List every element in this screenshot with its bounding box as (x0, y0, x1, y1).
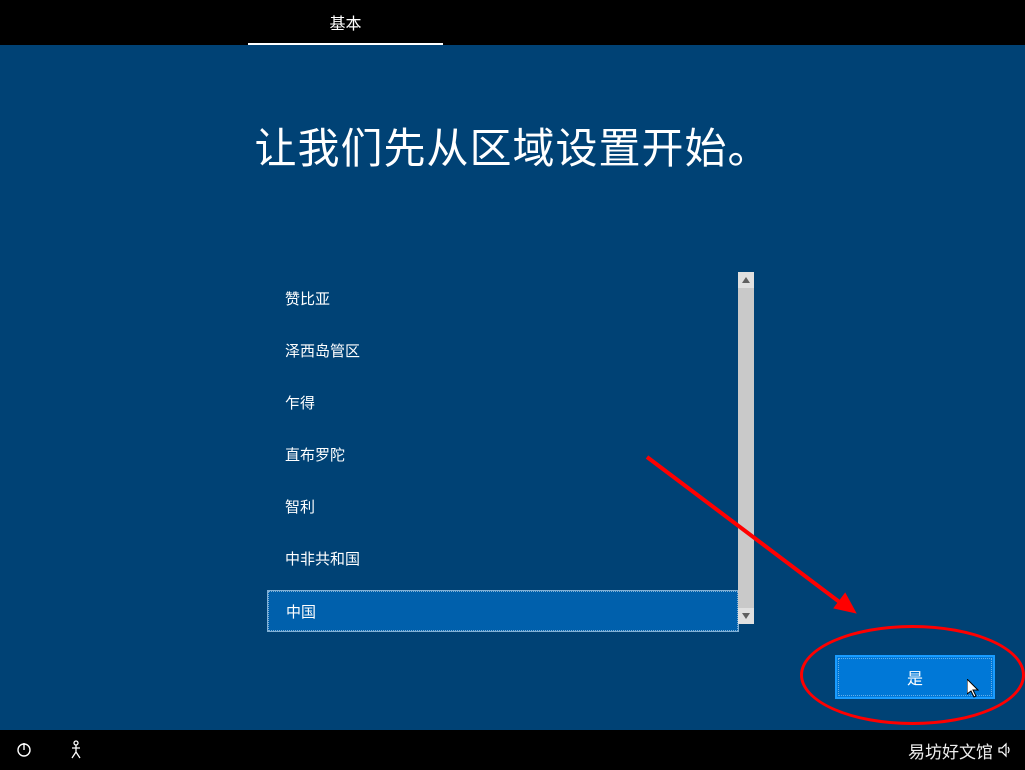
region-item-label: 智利 (285, 496, 315, 517)
page-title: 让我们先从区域设置开始。 (0, 115, 1025, 176)
region-item-label: 赞比亚 (285, 288, 330, 309)
region-list: 赞比亚泽西岛管区乍得直布罗陀智利中非共和国中国 (267, 272, 754, 624)
region-item-label: 中非共和国 (285, 548, 360, 569)
tab-basic[interactable]: 基本 (248, 0, 443, 45)
accessibility-icon[interactable] (64, 738, 88, 762)
scroll-up-button[interactable] (738, 272, 754, 288)
watermark-text: 易坊好文馆 (908, 738, 1015, 763)
power-icon[interactable] (12, 738, 36, 762)
region-item-label: 泽西岛管区 (285, 340, 360, 361)
annotation-arrow-head (833, 592, 863, 621)
region-item-label: 直布罗陀 (285, 444, 345, 465)
mouse-cursor-icon (967, 679, 981, 699)
bottom-bar: 易坊好文馆 (0, 730, 1025, 770)
scrollbar[interactable] (738, 272, 754, 624)
region-item[interactable]: 赞比亚 (267, 272, 739, 324)
scroll-thumb[interactable] (738, 288, 754, 588)
top-bar: 基本 (0, 0, 1025, 45)
region-item[interactable]: 智利 (267, 480, 739, 532)
region-item[interactable]: 泽西岛管区 (267, 324, 739, 376)
region-item-label: 中国 (286, 601, 316, 622)
region-item-label: 乍得 (285, 392, 315, 413)
region-item[interactable]: 乍得 (267, 376, 739, 428)
region-item[interactable]: 直布罗陀 (267, 428, 739, 480)
scroll-down-button[interactable] (738, 608, 754, 624)
region-item[interactable]: 中非共和国 (267, 532, 739, 584)
region-item[interactable]: 中国 (267, 590, 739, 632)
